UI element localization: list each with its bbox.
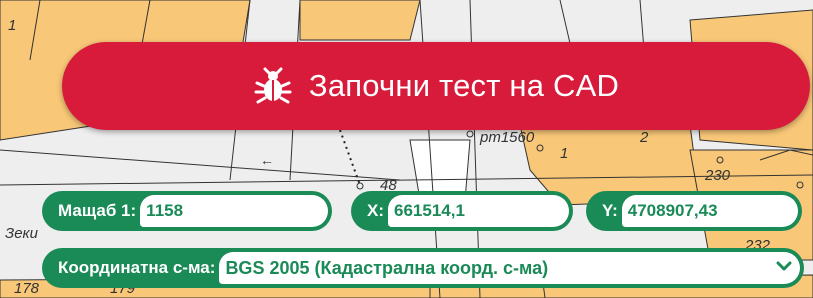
chevron-down-icon: [776, 259, 792, 277]
x-field-box: X: 661514,1: [351, 191, 573, 231]
coordinate-system-box: Координатна с-ма: BGS 2005 (Кадастрална …: [42, 248, 804, 288]
svg-text:рт1560: рт1560: [479, 129, 535, 146]
start-cad-test-label: Започни тест на CAD: [308, 68, 620, 103]
coordinate-system-value: BGS 2005 (Кадастрална коорд. с-ма): [225, 257, 549, 278]
start-cad-test-button[interactable]: Започни тест на CAD: [62, 42, 810, 130]
coordinate-system-select[interactable]: BGS 2005 (Кадастрална коорд. с-ма): [219, 252, 800, 284]
svg-text:1: 1: [560, 145, 568, 162]
parcel: [299, 0, 421, 41]
coordinate-system-label: Координатна с-ма:: [58, 258, 216, 277]
svg-text:230: 230: [704, 167, 731, 184]
svg-text:2: 2: [639, 129, 649, 146]
svg-text:Зеки: Зеки: [5, 225, 39, 242]
y-field-box: Y: 4708907,43: [586, 191, 802, 231]
svg-text:178: 178: [14, 280, 40, 297]
x-label: X:: [367, 201, 384, 220]
scale-input[interactable]: 1158: [140, 195, 328, 227]
y-label: Y:: [602, 201, 618, 220]
svg-text:←: ←: [260, 152, 274, 168]
bug-icon: [253, 66, 293, 106]
scale-field-box: Мащаб 1: 1158: [42, 191, 332, 231]
x-input[interactable]: 661514,1: [388, 195, 569, 227]
scale-label: Мащаб 1:: [58, 201, 137, 220]
svg-text:1: 1: [8, 17, 16, 34]
y-input[interactable]: 4708907,43: [621, 195, 798, 227]
